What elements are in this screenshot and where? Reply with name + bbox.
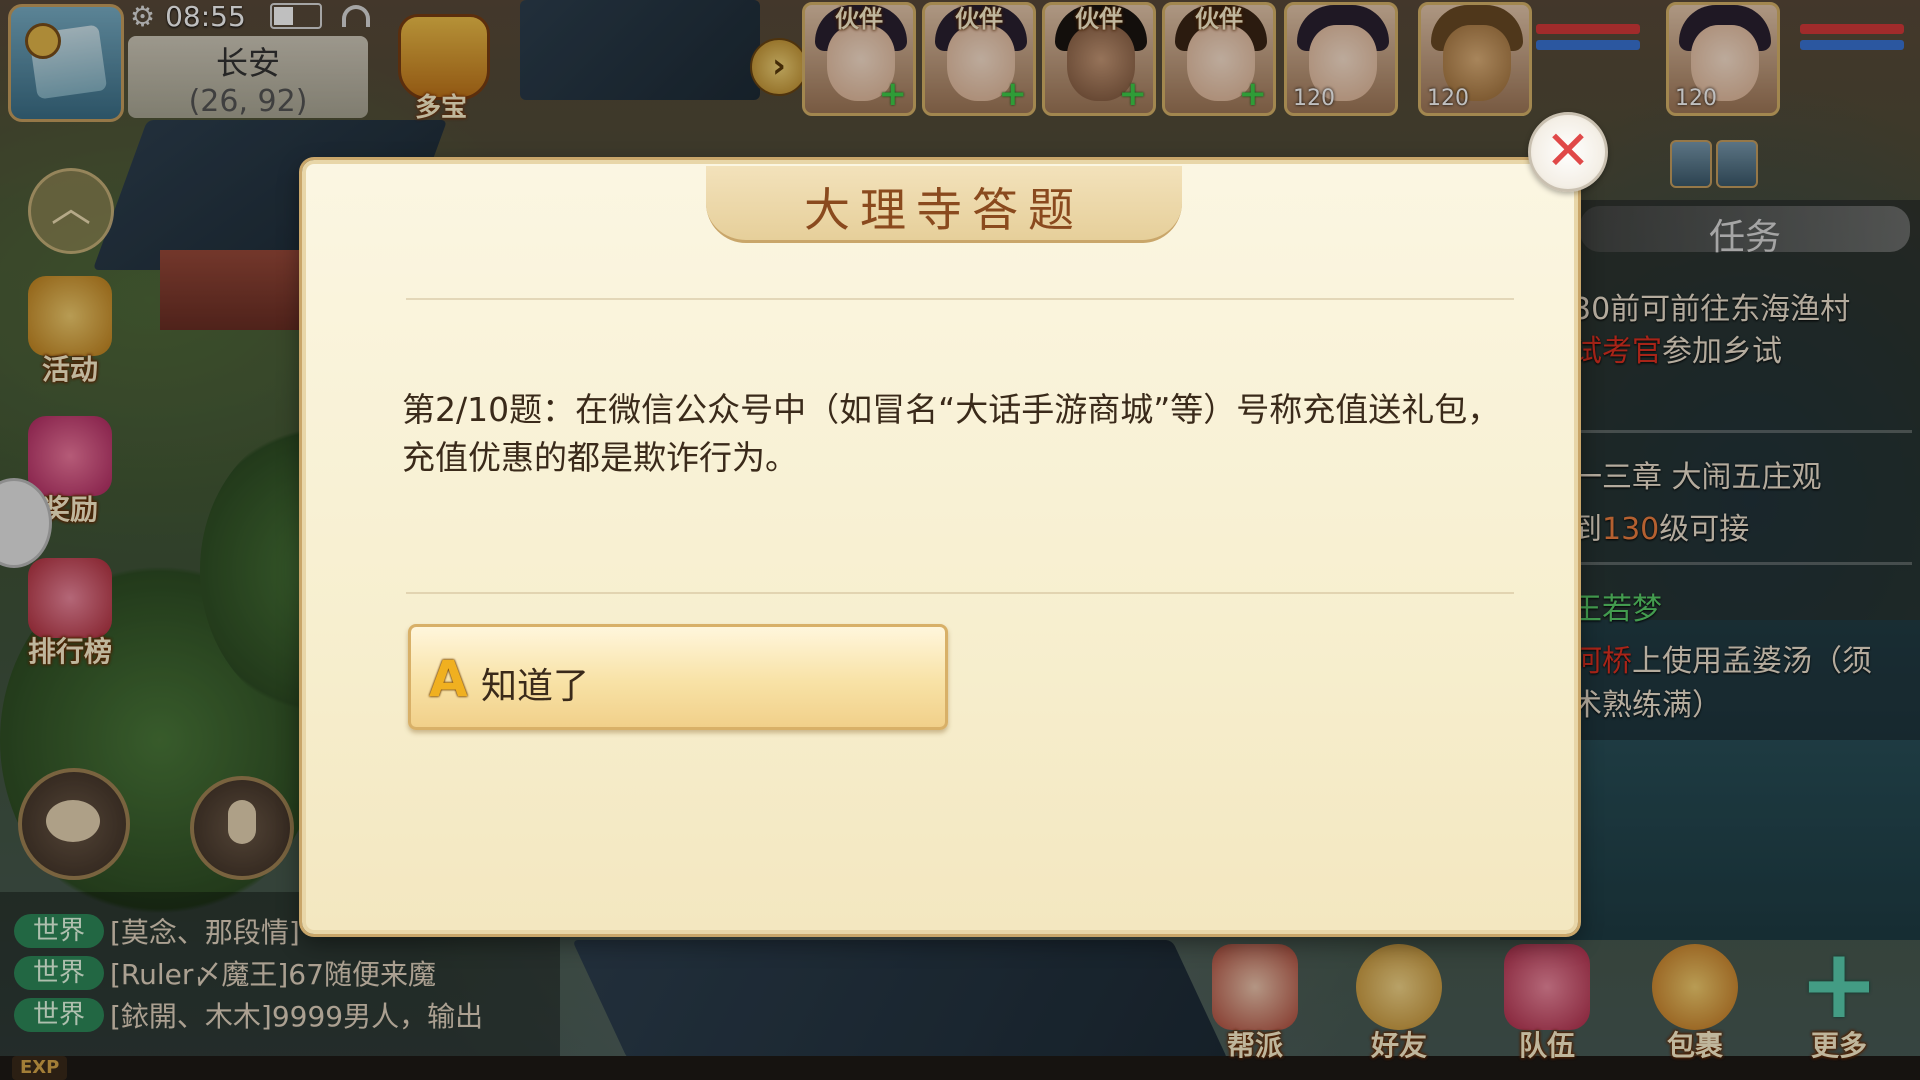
close-icon: ✕ bbox=[1545, 119, 1591, 182]
answer-letter-icon: A bbox=[429, 650, 468, 708]
answer-option-a-button[interactable]: A 知道了 bbox=[408, 624, 948, 730]
answer-text: 知道了 bbox=[481, 666, 590, 707]
dialog-title: 大理寺答题 bbox=[804, 183, 1084, 237]
quiz-question: 第2/10题：在微信公众号中（如冒名“大话手游商城”等）号称充值送礼包，充值优惠… bbox=[402, 390, 1501, 477]
dialog-title-plate: 大理寺答题 bbox=[706, 166, 1182, 243]
divider bbox=[406, 298, 1514, 300]
quiz-dialog: 大理寺答题 第2/10题：在微信公众号中（如冒名“大话手游商城”等）号称充值送礼… bbox=[302, 160, 1578, 934]
close-dialog-button[interactable]: ✕ bbox=[1528, 112, 1608, 192]
divider bbox=[406, 592, 1514, 594]
